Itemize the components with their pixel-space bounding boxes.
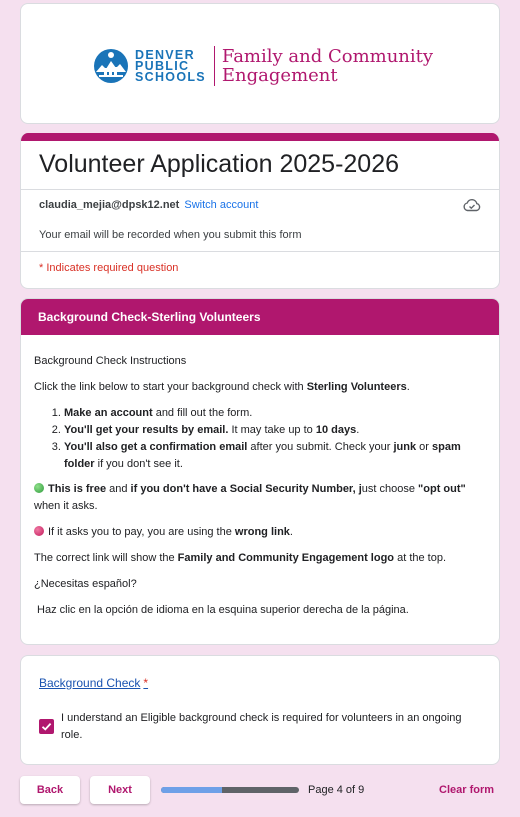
account-row: claudia_mejia@dpsk12.net Switch account: [39, 199, 258, 211]
form-title-card: Volunteer Application 2025-2026 claudia_…: [20, 133, 500, 289]
correct-text: The correct link will show the: [34, 552, 178, 564]
email-notice: Your email will be recorded when you sub…: [39, 229, 302, 241]
step-text: if you don't see it.: [94, 458, 183, 470]
progress-fill: [161, 787, 222, 793]
progress-bar: [161, 787, 299, 793]
section-title: Background Check-Sterling Volunteers: [38, 310, 261, 324]
divider: [21, 251, 499, 252]
cloud-saved-icon[interactable]: [463, 198, 481, 212]
section-card: Background Check-Sterling Volunteers Bac…: [20, 298, 500, 645]
step-bold: Make an account: [64, 407, 153, 419]
free-bold: "opt out": [418, 483, 466, 495]
step-text: and fill out the form.: [152, 407, 253, 419]
steps-list: Make an account and fill out the form. Y…: [64, 405, 488, 473]
dps-fce-logo: DENVER PUBLIC SCHOOLS Family and Communi…: [93, 46, 433, 86]
denver-skyline-icon: [94, 49, 128, 83]
back-button[interactable]: Back: [20, 776, 80, 804]
pay-paragraph: If it asks you to pay, you are using the…: [34, 524, 488, 541]
checkbox-label[interactable]: I understand an Eligible background chec…: [61, 710, 471, 744]
free-bold: if you don't have a Social Security Numb…: [130, 483, 362, 495]
form-title: Volunteer Application 2025-2026: [39, 150, 400, 178]
intro-paragraph: Click the link below to start your backg…: [34, 379, 488, 396]
step-text: after you submit. Check your: [247, 441, 394, 453]
switch-account-link[interactable]: Switch account: [184, 199, 258, 211]
department-line-2: Engagement: [221, 65, 338, 86]
question-title: Background Check *: [39, 676, 148, 690]
step-text: .: [356, 424, 360, 436]
green-circle-icon: [34, 483, 44, 493]
spanish-question: ¿Necesitas español?: [34, 578, 137, 590]
list-item: You'll also get a confirmation email aft…: [64, 439, 488, 473]
logo-line-schools: SCHOOLS: [135, 69, 206, 84]
account-email: claudia_mejia@dpsk12.net: [39, 199, 180, 211]
free-text: when it asks.: [34, 500, 98, 512]
instructions-heading: Background Check Instructions: [34, 355, 187, 367]
spanish-instruction: Haz clic en la opción de idioma en la es…: [34, 604, 409, 616]
free-text: ust choose: [361, 483, 419, 495]
correct-suffix: at the top.: [394, 552, 447, 564]
pay-text: If it asks you to pay, you are using the: [48, 526, 235, 538]
logo-divider: [213, 46, 215, 86]
clear-form-button[interactable]: Clear form: [439, 784, 494, 796]
intro-suffix: .: [406, 381, 410, 393]
step-bold: You'll also get a confirmation email: [64, 441, 248, 453]
intro-bold: Sterling Volunteers: [306, 381, 407, 393]
step-bold: You'll get your results by email.: [64, 424, 229, 436]
list-item: Make an account and fill out the form.: [64, 405, 488, 422]
divider: [21, 189, 499, 190]
acknowledgement-checkbox[interactable]: [39, 719, 54, 734]
free-bold: This is free: [48, 483, 107, 495]
required-star: *: [143, 676, 149, 690]
free-paragraph: This is free and if you don't have a Soc…: [34, 481, 488, 515]
correct-bold: Family and Community Engagement logo: [177, 552, 395, 564]
question-card: Background Check * I understand an Eligib…: [20, 655, 500, 765]
pay-bold: wrong link: [234, 526, 290, 538]
list-item: You'll get your results by email. It may…: [64, 422, 488, 439]
background-check-link[interactable]: Background Check: [39, 676, 140, 690]
intro-text: Click the link below to start your backg…: [34, 381, 307, 393]
required-note: * Indicates required question: [39, 262, 179, 274]
step-text: It may take up to: [228, 424, 316, 436]
page-indicator: Page 4 of 9: [308, 784, 365, 796]
step-bold: 10 days: [315, 424, 357, 436]
correct-link-paragraph: The correct link will show the Family an…: [34, 550, 488, 567]
department-name: Family and Community Engagement: [222, 47, 433, 85]
next-button[interactable]: Next: [90, 776, 150, 804]
step-text: or: [416, 441, 432, 453]
step-bold: junk: [393, 441, 417, 453]
section-description: Background Check Instructions Click the …: [34, 353, 488, 628]
check-icon: [41, 722, 52, 731]
section-header: Background Check-Sterling Volunteers: [21, 299, 499, 335]
logo-card: DENVER PUBLIC SCHOOLS Family and Communi…: [20, 3, 500, 124]
title-accent-bar: [21, 133, 499, 141]
red-circle-icon: [34, 526, 44, 536]
dps-wordmark: DENVER PUBLIC SCHOOLS: [135, 48, 206, 84]
department-line-1: Family and Community: [221, 46, 434, 67]
free-text: and: [106, 483, 131, 495]
pay-suffix: .: [289, 526, 293, 538]
